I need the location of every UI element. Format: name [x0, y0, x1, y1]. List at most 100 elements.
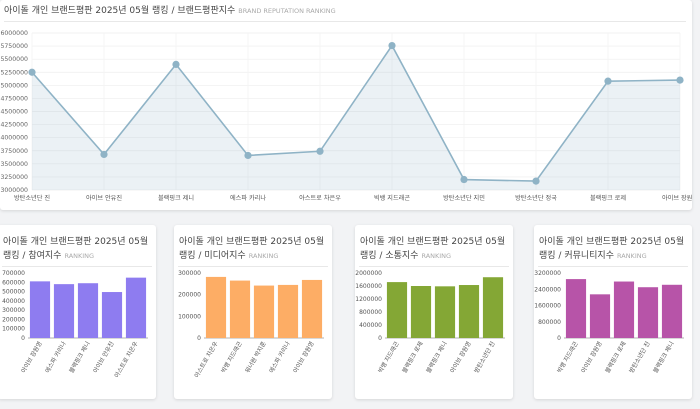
y-tick-label: 3200000	[534, 270, 561, 277]
series-area	[32, 45, 680, 191]
y-tick-label: 100000	[178, 313, 201, 320]
y-tick-label: 2000000	[355, 270, 382, 277]
x-tick-label: 빅뱅 지드래곤	[374, 194, 410, 202]
bar[interactable]	[661, 284, 683, 338]
y-tick-label: 200000	[2, 316, 25, 323]
x-tick-label: 빅뱅 지드래곤	[376, 340, 401, 375]
x-tick-label: 블랙핑크 제니	[424, 340, 448, 374]
communication-card: 아이돌 개인 브랜드평판 2025년 05월 랭킹 / 소통지수 RANKING …	[355, 225, 513, 399]
y-tick-label: 3250000	[0, 174, 28, 181]
x-tick-label: 에스파 카리나	[267, 340, 292, 375]
line-chart: 3000000 3250000 3500000 3750000 4000000 42500…	[0, 30, 692, 202]
community-bar-chart: 0 800000 1600000 2400000 3200000 빅뱅 지드래곤 아이브 장…	[534, 270, 684, 375]
x-tick-label: 블랙핑크 제니	[158, 194, 194, 202]
x-tick-label: 블랙핑크 로제	[603, 340, 627, 374]
x-tick-label: 블랙핑크 제니	[67, 340, 91, 374]
data-point[interactable]	[28, 68, 36, 76]
data-point[interactable]	[172, 60, 180, 68]
y-tick-label: 100000	[2, 326, 25, 333]
y-tick-label: 5250000	[0, 69, 28, 76]
data-point[interactable]	[604, 77, 612, 85]
y-tick-label: 1200000	[355, 296, 382, 303]
main-chart-card: 아이돌 개인 브랜드평판 2025년 05월 랭킹 / 브랜드평판지수 BRAND…	[0, 0, 692, 210]
y-tick-label: 800000	[359, 309, 382, 316]
y-tick-label: 3750000	[0, 148, 28, 155]
media-bar-chart: 0 100000 200000 300000 아스트로 차은우 빅뱅 지드래곤 워너원 박지…	[178, 270, 324, 380]
x-tick-label: 아이브 장원영	[579, 340, 603, 374]
y-tick-label: 6000000	[0, 30, 28, 37]
y-tick-label: 400000	[2, 298, 25, 305]
y-tick-label: 3000000	[0, 187, 28, 194]
y-tick-label: 0	[197, 335, 201, 342]
y-tick-label: 1600000	[534, 303, 561, 310]
x-tick-label: 방탄소년단 진	[627, 340, 651, 374]
y-tick-label: 300000	[2, 307, 25, 314]
y-tick-label: 700000	[2, 270, 25, 277]
participation-card: 아이돌 개인 브랜드평판 2025년 05월 랭킹 / 참여지수 RANKING …	[0, 225, 156, 399]
media-card: 아이돌 개인 브랜드평판 2025년 05월 랭킹 / 미디어지수 RANKING…	[174, 225, 332, 399]
y-tick-label: 0	[378, 335, 382, 342]
bar[interactable]	[482, 277, 504, 338]
bar[interactable]	[613, 281, 635, 338]
x-tick-label: 아이브 장원영	[448, 340, 472, 374]
y-tick-label: 400000	[359, 322, 382, 329]
y-tick-label: 5500000	[0, 56, 28, 63]
bar[interactable]	[277, 284, 299, 338]
community-card: 아이돌 개인 브랜드평판 2025년 05월 랭킹 / 커뮤니티지수 RANKIN…	[534, 225, 692, 399]
x-tick-label: 에스파 카리나	[43, 340, 68, 375]
bar[interactable]	[386, 282, 408, 338]
x-tick-label: 아이브 장원영	[662, 194, 692, 202]
bar[interactable]	[301, 279, 323, 338]
bar[interactable]	[565, 279, 587, 338]
x-tick-label: 아스트로 차은우	[299, 194, 341, 202]
y-tick-label: 300000	[178, 270, 201, 277]
x-tick-label: 방탄소년단 정국	[515, 194, 557, 202]
y-tick-label: 600000	[2, 279, 25, 286]
y-tick-label: 2400000	[534, 286, 561, 293]
data-point[interactable]	[676, 76, 684, 84]
data-point[interactable]	[460, 175, 468, 184]
bar[interactable]	[229, 280, 251, 338]
bar[interactable]	[29, 281, 51, 338]
bar[interactable]	[53, 284, 75, 338]
bar[interactable]	[77, 283, 99, 338]
bar[interactable]	[101, 292, 123, 338]
y-tick-label: 4750000	[0, 95, 28, 102]
y-tick-label: 4000000	[0, 135, 28, 142]
data-point[interactable]	[388, 41, 396, 50]
bar[interactable]	[410, 286, 432, 338]
bar[interactable]	[458, 285, 480, 338]
x-tick-label: 빅뱅 지드래곤	[555, 340, 580, 375]
x-tick-label: 방탄소년단 진	[14, 194, 50, 202]
y-tick-label: 5750000	[0, 43, 28, 50]
bar[interactable]	[589, 294, 611, 338]
data-point[interactable]	[532, 177, 540, 185]
y-tick-label: 0	[21, 335, 25, 342]
x-tick-label: 블랙핑크 로제	[400, 340, 424, 374]
y-tick-label: 500000	[2, 289, 25, 296]
bar[interactable]	[205, 276, 227, 338]
data-point[interactable]	[316, 147, 324, 155]
y-tick-label: 800000	[538, 319, 561, 326]
bar[interactable]	[125, 277, 147, 338]
x-tick-label: 블랙핑크 제니	[651, 340, 675, 374]
x-tick-label: 에스파 카리나	[230, 194, 266, 202]
y-tick-label: 4250000	[0, 122, 28, 129]
y-tick-label: 200000	[178, 292, 201, 299]
x-tick-label: 아이브 안유진	[91, 340, 115, 374]
bar[interactable]	[434, 286, 456, 338]
y-tick-label: 4500000	[0, 109, 28, 116]
x-tick-label: 아이브 안유진	[86, 194, 122, 202]
x-tick-label: 블랙핑크 로제	[590, 194, 626, 202]
data-point[interactable]	[100, 150, 108, 159]
bar[interactable]	[637, 287, 659, 338]
data-point[interactable]	[244, 151, 252, 160]
x-tick-label: 방탄소년단 진	[472, 340, 496, 374]
x-tick-label: 빅뱅 지드래곤	[219, 340, 244, 375]
x-tick-label: 아스트로 차은우	[113, 340, 140, 380]
x-tick-label: 아스트로 차은우	[193, 340, 220, 380]
x-tick-label: 워너원 박지훈	[243, 340, 268, 375]
x-tick-label: 아이브 장원영	[19, 340, 43, 374]
bar[interactable]	[253, 285, 275, 338]
y-tick-label: 5000000	[0, 82, 28, 89]
